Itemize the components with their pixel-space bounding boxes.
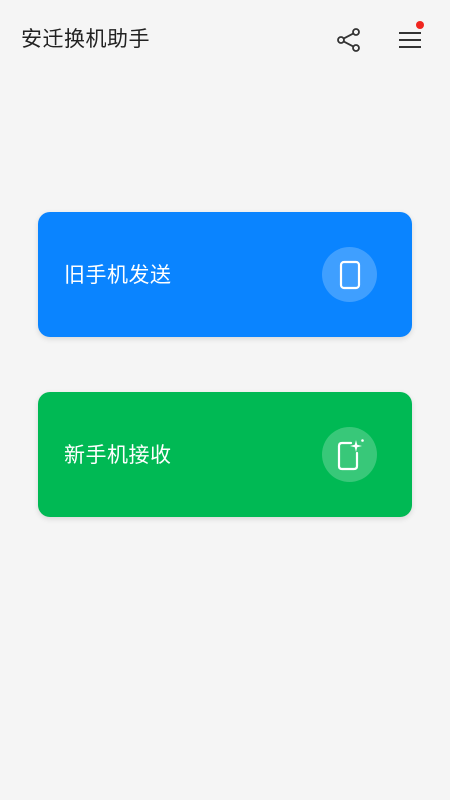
old-phone-send-card[interactable]: 旧手机发送	[38, 212, 412, 337]
new-phone-receive-card[interactable]: 新手机接收	[38, 392, 412, 517]
share-icon	[337, 28, 360, 52]
send-card-label: 旧手机发送	[64, 263, 172, 287]
phone-icon	[339, 260, 360, 289]
receive-card-label: 新手机接收	[64, 443, 172, 467]
menu-icon	[399, 32, 421, 48]
app-header: 安迁换机助手	[0, 0, 450, 80]
new-phone-sparkle-icon	[337, 438, 364, 470]
receive-card-icon-circle	[322, 427, 377, 482]
menu-button[interactable]	[390, 20, 430, 60]
app-title: 安迁换机助手	[21, 27, 150, 51]
share-button[interactable]	[329, 20, 369, 60]
notification-dot	[416, 21, 424, 29]
send-card-icon-circle	[322, 247, 377, 302]
